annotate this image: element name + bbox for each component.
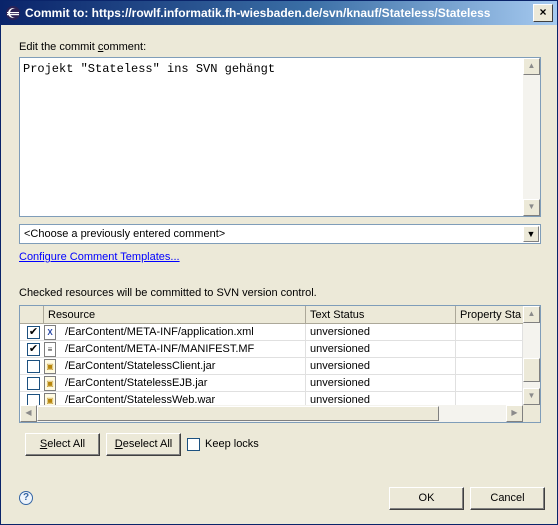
text-file-icon: ≡ xyxy=(44,342,56,357)
scroll-right-icon[interactable]: ▶ xyxy=(506,405,523,422)
select-all-button[interactable]: Select All xyxy=(25,433,100,456)
comment-label: Edit the commit comment: xyxy=(19,41,147,53)
resource-path: /EarContent/StatelessEJB.jar xyxy=(65,377,208,389)
text-status-cell: unversioned xyxy=(306,324,456,341)
jar-file-icon: ▣ xyxy=(44,359,56,374)
ok-button[interactable]: OK xyxy=(389,487,464,510)
jar-file-icon: ▣ xyxy=(44,376,56,391)
resource-column-header[interactable]: Resource xyxy=(44,306,306,324)
property-status-column-header[interactable]: Property Sta xyxy=(456,306,523,324)
row-checkbox[interactable]: ✔ xyxy=(27,326,40,339)
comment-vertical-scrollbar[interactable]: ▲ ▼ xyxy=(523,58,540,216)
resource-cell[interactable]: ✔ X/EarContent/META-INF/application.xml xyxy=(20,324,306,341)
close-button[interactable]: × xyxy=(533,4,553,22)
scroll-up-icon[interactable]: ▲ xyxy=(523,58,540,75)
table-row[interactable]: ✔ ≡ /EarContent/META-INF/MANIFEST.MF unvers… xyxy=(20,341,523,358)
previous-comment-dropdown[interactable]: <Choose a previously entered comment> ▼ xyxy=(19,224,541,244)
cancel-button[interactable]: Cancel xyxy=(470,487,545,510)
commit-comment-textarea[interactable]: Projekt "Stateless" ins SVN gehängt ▲ ▼ xyxy=(19,57,541,217)
text-status-cell: unversioned xyxy=(306,358,456,375)
text-status-column-header[interactable]: Text Status xyxy=(306,306,456,324)
table-row[interactable]: ✔ X/EarContent/META-INF/application.xml un… xyxy=(20,324,523,341)
table-horizontal-scrollbar[interactable]: ◀ ▶ xyxy=(20,405,523,422)
row-checkbox[interactable] xyxy=(27,377,40,390)
scroll-down-icon[interactable]: ▼ xyxy=(523,199,540,216)
deselect-all-button[interactable]: Deselect All xyxy=(106,433,181,456)
scroll-left-icon[interactable]: ◀ xyxy=(20,405,37,422)
keep-locks-label: Keep locks xyxy=(205,438,259,450)
resources-label: Checked resources will be committed to S… xyxy=(19,287,317,299)
scroll-corner xyxy=(523,405,540,422)
commit-dialog: Commit to: https://rowlf.informatik.fh-w… xyxy=(0,0,558,525)
resources-table: Resource Text Status Property Sta ✔ X/Ear… xyxy=(19,305,541,423)
resource-path: /EarContent/StatelessClient.jar xyxy=(65,360,216,372)
resource-path: /EarContent/META-INF/application.xml xyxy=(65,326,254,338)
resource-path: /EarContent/META-INF/MANIFEST.MF xyxy=(65,343,255,355)
resource-cell[interactable]: ▣ /EarContent/StatelessClient.jar xyxy=(20,358,306,375)
configure-templates-link[interactable]: Configure Comment Templates... xyxy=(19,251,180,263)
close-icon: × xyxy=(539,5,547,19)
property-status-cell xyxy=(456,358,523,375)
property-status-cell xyxy=(456,341,523,358)
horizontal-scroll-thumb[interactable] xyxy=(37,406,439,421)
text-status-cell: unversioned xyxy=(306,341,456,358)
commit-comment-text: Projekt "Stateless" ins SVN gehängt xyxy=(23,62,276,76)
help-icon[interactable]: ? xyxy=(19,491,33,505)
previous-comment-selected: <Choose a previously entered comment> xyxy=(24,228,226,240)
row-checkbox[interactable]: ✔ xyxy=(27,343,40,356)
table-header: Resource Text Status Property Sta xyxy=(20,306,523,324)
row-checkbox[interactable] xyxy=(27,360,40,373)
title-bar[interactable]: Commit to: https://rowlf.informatik.fh-w… xyxy=(1,1,557,25)
resource-cell[interactable]: ▣ /EarContent/StatelessEJB.jar xyxy=(20,375,306,392)
chevron-down-icon[interactable]: ▼ xyxy=(523,226,539,242)
table-row[interactable]: ▣ /EarContent/StatelessClient.jar unversio… xyxy=(20,358,523,375)
table-row[interactable]: ▣ /EarContent/StatelessEJB.jar unversioned xyxy=(20,375,523,392)
property-status-cell xyxy=(456,375,523,392)
checkbox-column-header[interactable] xyxy=(20,306,44,324)
window-title: Commit to: https://rowlf.informatik.fh-w… xyxy=(25,6,491,20)
resource-cell[interactable]: ✔ ≡ /EarContent/META-INF/MANIFEST.MF xyxy=(20,341,306,358)
eclipse-icon xyxy=(6,6,20,20)
xml-file-icon: X xyxy=(44,325,56,340)
text-status-cell: unversioned xyxy=(306,375,456,392)
table-scroll-down-icon[interactable]: ▼ xyxy=(523,388,540,405)
vertical-scroll-thumb[interactable] xyxy=(523,358,540,382)
property-status-cell xyxy=(456,324,523,341)
table-scroll-up-icon[interactable]: ▲ xyxy=(523,306,540,323)
keep-locks-checkbox[interactable] xyxy=(187,438,200,451)
